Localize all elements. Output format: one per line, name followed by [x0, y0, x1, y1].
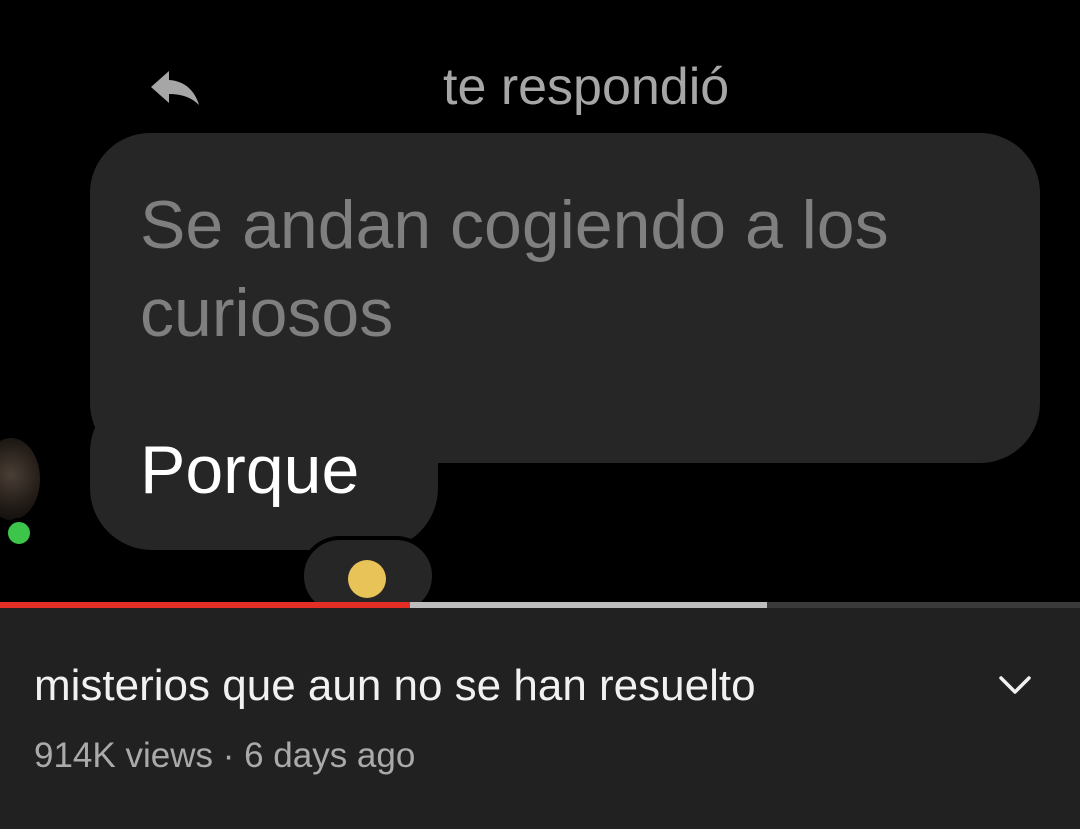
- online-status-indicator: [4, 518, 34, 548]
- reply-label: te respondió: [443, 58, 730, 116]
- quoted-message-text: Se andan cogiendo a los curiosos: [140, 187, 889, 351]
- avatar: [0, 438, 40, 520]
- video-info-panel: misterios que aun no se han resuelto 914…: [0, 608, 1080, 829]
- video-meta: 914K views · 6 days ago: [34, 736, 416, 775]
- chevron-down-icon[interactable]: [988, 664, 1042, 708]
- reply-header: te respondió: [145, 55, 785, 116]
- youtube-video-page: te respondió Se andan cogiendo a los cur…: [0, 0, 1080, 829]
- emoji-reaction-icon: [348, 560, 386, 598]
- video-player[interactable]: te respondió Se andan cogiendo a los cur…: [0, 0, 1080, 604]
- reply-message-bubble: Porque: [90, 390, 438, 550]
- reaction-bubble: [300, 536, 436, 604]
- reply-arrow-icon: [151, 71, 199, 105]
- reply-message-text: Porque: [140, 432, 360, 508]
- video-title[interactable]: misterios que aun no se han resuelto: [34, 660, 756, 712]
